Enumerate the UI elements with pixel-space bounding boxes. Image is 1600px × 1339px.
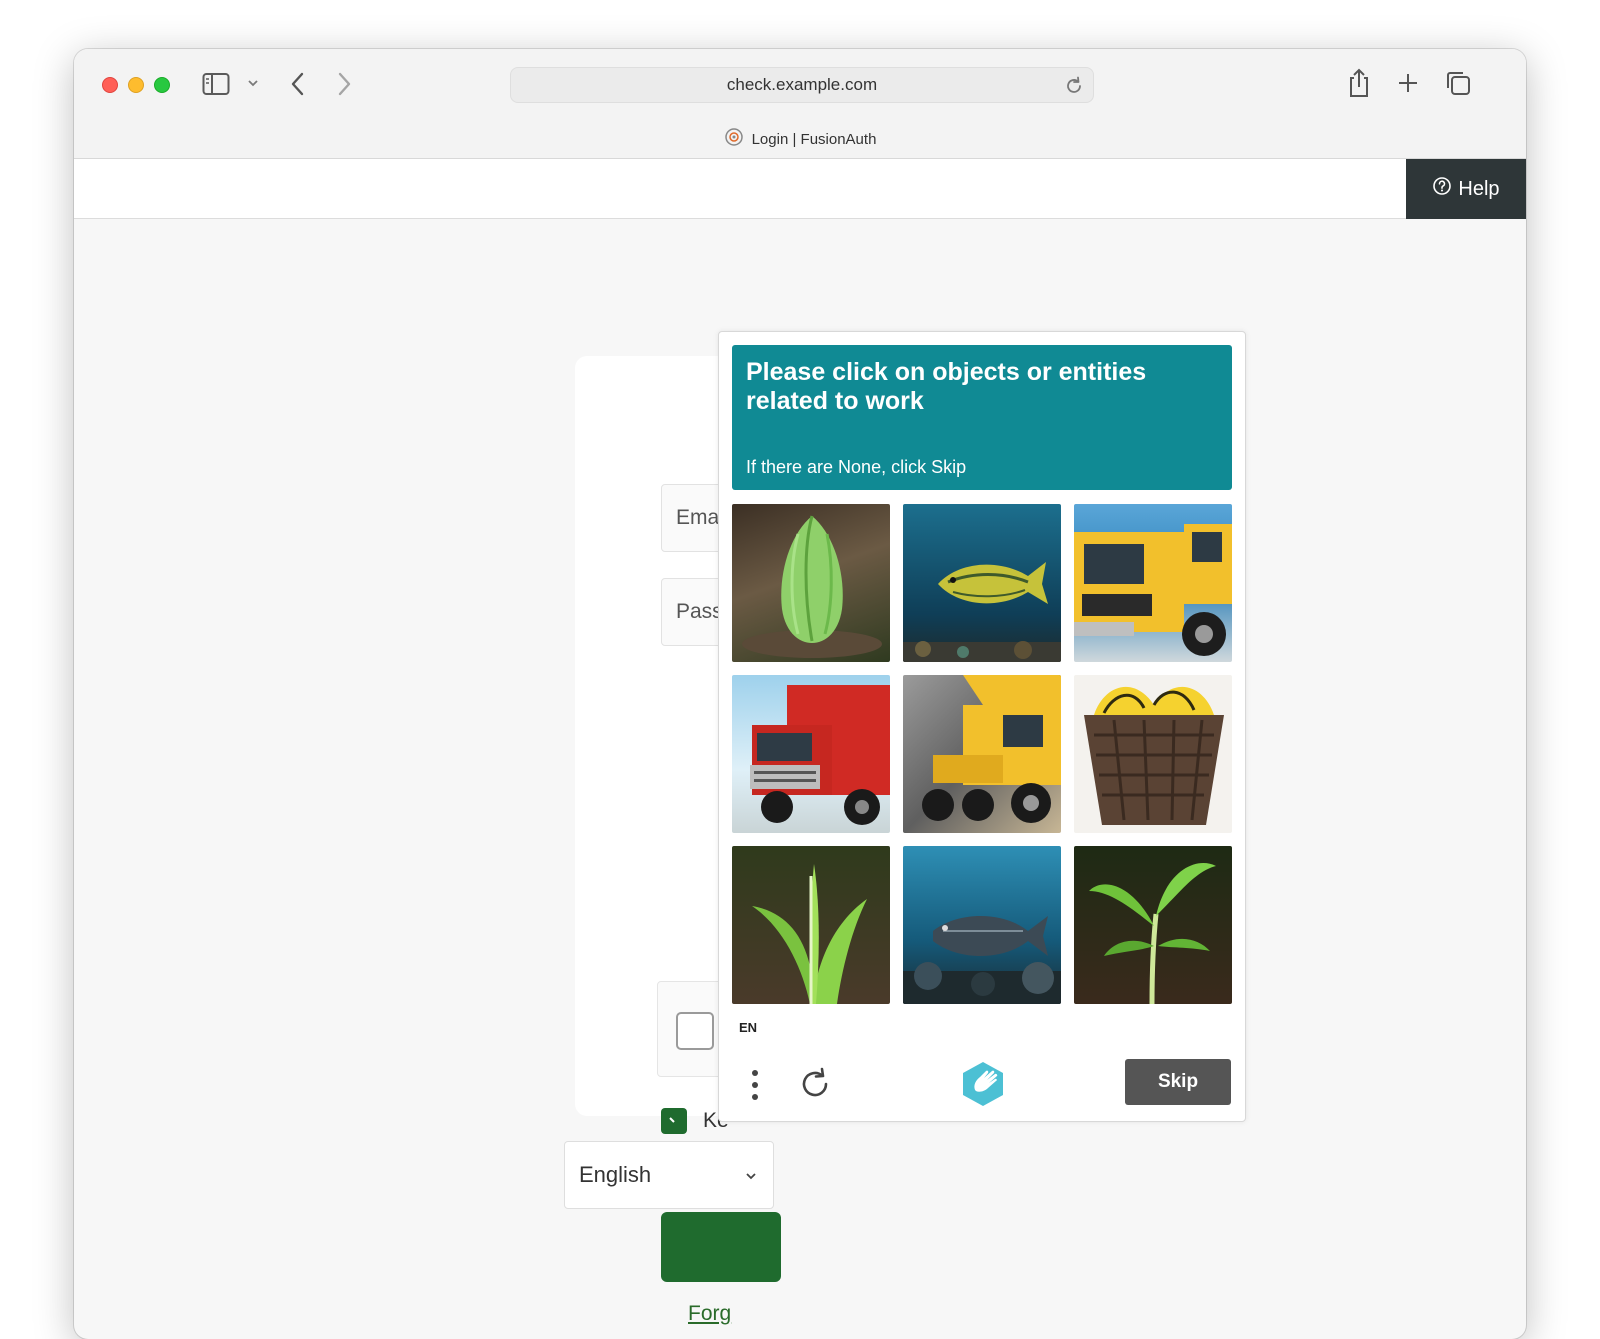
chevron-down-icon[interactable] (246, 77, 260, 89)
language-select[interactable]: English (564, 1141, 774, 1209)
back-icon[interactable] (288, 71, 308, 97)
page-header: Help (74, 159, 1526, 219)
captcha-tile-green-vegetable[interactable] (732, 504, 890, 662)
more-options-icon[interactable] (747, 1067, 763, 1108)
zoom-window-button[interactable] (154, 77, 170, 93)
url-text: check.example.com (726, 75, 878, 94)
captcha-challenge-popup: Please click on objects or entities rela… (718, 331, 1246, 1122)
captcha-tile-green-seedling[interactable] (1074, 846, 1232, 1004)
tab-overview-icon[interactable] (1444, 69, 1472, 97)
help-label: Help (1458, 177, 1500, 200)
captcha-tile-yellow-truck[interactable] (1074, 504, 1232, 662)
forward-icon[interactable] (334, 71, 354, 97)
sidebar-toggle-icon[interactable] (202, 72, 230, 96)
keep-me-signed-in-checkbox[interactable] (661, 1108, 687, 1134)
address-bar[interactable]: check.example.com (510, 67, 1094, 103)
hcaptcha-logo-icon[interactable] (959, 1060, 1007, 1113)
captcha-language-button[interactable]: EN (739, 1020, 757, 1035)
refresh-challenge-icon[interactable] (797, 1066, 833, 1107)
captcha-tile-green-plant[interactable] (732, 846, 890, 1004)
tab-title-text: Login | FusionAuth (751, 130, 877, 148)
captcha-image-grid (732, 504, 1232, 1004)
captcha-tile-fish-underwater[interactable] (903, 504, 1061, 662)
captcha-tile-red-truck[interactable] (732, 675, 890, 833)
captcha-prompt-subtext: If there are None, click Skip (746, 457, 967, 477)
captcha-prompt-text: Please click on objects or entities rela… (746, 358, 1147, 415)
forgot-password-link[interactable]: Forg (688, 1302, 731, 1326)
captcha-tile-yellow-dump-truck[interactable] (903, 675, 1061, 833)
skip-button[interactable]: Skip (1125, 1059, 1231, 1105)
new-tab-icon[interactable] (1396, 71, 1420, 95)
chevron-down-icon (743, 1164, 759, 1190)
language-selected-value: English (579, 1162, 652, 1187)
site-favicon-icon (724, 127, 744, 151)
browser-window: check.example.com Login | FusionAuth Hel… (74, 49, 1526, 1339)
captcha-tile-banana-basket[interactable] (1074, 675, 1232, 833)
submit-button[interactable] (661, 1212, 781, 1282)
help-button[interactable]: Help (1406, 159, 1526, 219)
browser-toolbar: check.example.com Login | FusionAuth (74, 49, 1526, 159)
captcha-checkbox[interactable] (676, 1012, 714, 1050)
captcha-prompt-header: Please click on objects or entities rela… (732, 345, 1232, 490)
active-tab[interactable]: Login | FusionAuth (74, 127, 1526, 151)
question-circle-icon (1432, 176, 1452, 202)
share-icon[interactable] (1346, 67, 1372, 99)
captcha-tile-fish-underwater-2[interactable] (903, 846, 1061, 1004)
minimize-window-button[interactable] (128, 77, 144, 93)
close-window-button[interactable] (102, 77, 118, 93)
reload-icon[interactable] (1063, 75, 1085, 102)
